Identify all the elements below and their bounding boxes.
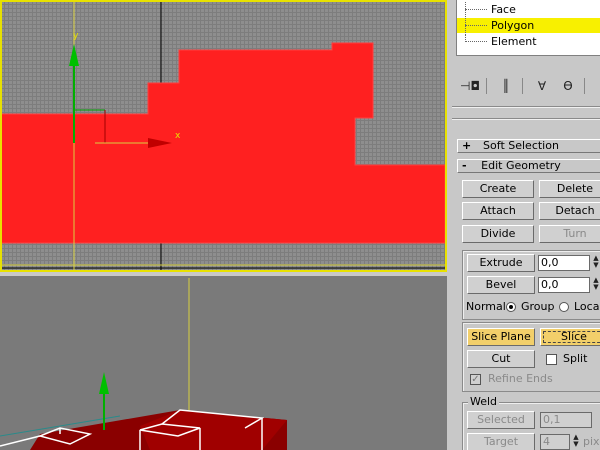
extrude-amount-input[interactable]: 0,0	[538, 255, 590, 271]
remove-modifier-icon[interactable]: Ѳ	[558, 76, 578, 96]
toolbar-separator	[522, 78, 523, 94]
normal-label: Normal:	[466, 300, 510, 313]
soft-selection-rollout-header[interactable]: + Soft Selection	[457, 139, 600, 153]
tree-item-label: Polygon	[491, 19, 535, 32]
bevel-spinner-icon[interactable]: ▲ ▼	[591, 277, 600, 293]
top-viewport-canvas: y x	[0, 0, 447, 272]
tree-item-label: Element	[491, 35, 537, 48]
panel-divider	[452, 106, 600, 108]
create-button[interactable]: Create	[462, 180, 534, 198]
tree-connector	[465, 9, 487, 10]
weld-target-button[interactable]: Target	[467, 433, 535, 450]
weld-target-unit: pixe	[583, 435, 600, 448]
turn-button[interactable]: Turn	[539, 225, 600, 243]
panel-divider	[452, 118, 600, 120]
toolbar-separator	[486, 78, 487, 94]
normal-group-radio[interactable]	[506, 302, 516, 312]
edit-geometry-rollout-header[interactable]: - Edit Geometry	[457, 159, 600, 173]
rollout-title: Soft Selection	[483, 139, 559, 152]
normal-group-label: Group	[521, 300, 555, 313]
perspective-viewport-canvas	[0, 278, 287, 450]
extrude-spinner-icon[interactable]: ▲ ▼	[591, 255, 600, 271]
show-end-result-icon[interactable]: ║	[496, 76, 516, 96]
command-panel: Face Polygon Element ⊣◘ ║ ∀ Ѳ + Soft Sel…	[452, 0, 600, 450]
toolbar-separator	[584, 78, 585, 94]
extrude-button[interactable]: Extrude	[467, 254, 535, 272]
gizmo-y-arrow-icon[interactable]	[99, 372, 109, 394]
normal-local-radio[interactable]	[559, 302, 569, 312]
tree-item-face[interactable]: Face	[457, 2, 600, 17]
modifier-stack-toolbar: ⊣◘ ║ ∀ Ѳ	[456, 74, 600, 98]
slice-button[interactable]: Slice	[540, 328, 600, 346]
weld-target-spinner-icon[interactable]: ▲ ▼	[571, 434, 581, 450]
split-checkbox[interactable]	[546, 354, 557, 365]
slice-plane-button[interactable]: Slice Plane	[467, 328, 535, 346]
cut-button[interactable]: Cut	[467, 350, 535, 368]
weld-target-pixels-input[interactable]: 4	[540, 434, 570, 450]
perspective-viewport[interactable]	[0, 276, 447, 450]
gizmo-y-arrow-icon[interactable]	[69, 44, 79, 66]
selected-polygon-mesh[interactable]	[0, 42, 446, 244]
weld-threshold-input[interactable]: 0,1	[540, 412, 592, 428]
rollout-title: Edit Geometry	[481, 159, 561, 172]
modifier-stack-tree: Face Polygon Element	[456, 0, 600, 56]
make-unique-icon[interactable]: ∀	[532, 76, 552, 96]
bevel-amount-input[interactable]: 0,0	[538, 277, 590, 293]
weld-selected-button[interactable]: Selected	[467, 411, 535, 429]
refine-ends-checkbox[interactable]: ✓	[470, 374, 481, 385]
tree-connector	[465, 25, 487, 26]
tree-item-element[interactable]: Element	[457, 34, 600, 49]
pin-stack-icon[interactable]: ⊣◘	[460, 76, 480, 96]
weld-group-title: Weld	[468, 395, 500, 409]
bevel-button[interactable]: Bevel	[467, 276, 535, 294]
tree-item-label: Face	[491, 3, 516, 16]
tree-item-polygon[interactable]: Polygon	[457, 18, 600, 33]
refine-ends-label: Refine Ends	[488, 372, 553, 385]
split-label: Split	[563, 352, 588, 365]
gizmo-x-label: x	[175, 131, 181, 141]
divide-button[interactable]: Divide	[462, 225, 534, 243]
attach-button[interactable]: Attach	[462, 202, 534, 220]
top-viewport[interactable]: y x	[0, 0, 447, 272]
gizmo-y-label: y	[73, 31, 79, 41]
delete-button[interactable]: Delete	[539, 180, 600, 198]
tree-connector	[465, 41, 487, 42]
detach-button[interactable]: Detach	[539, 202, 600, 220]
normal-local-label: Loca	[574, 300, 600, 313]
